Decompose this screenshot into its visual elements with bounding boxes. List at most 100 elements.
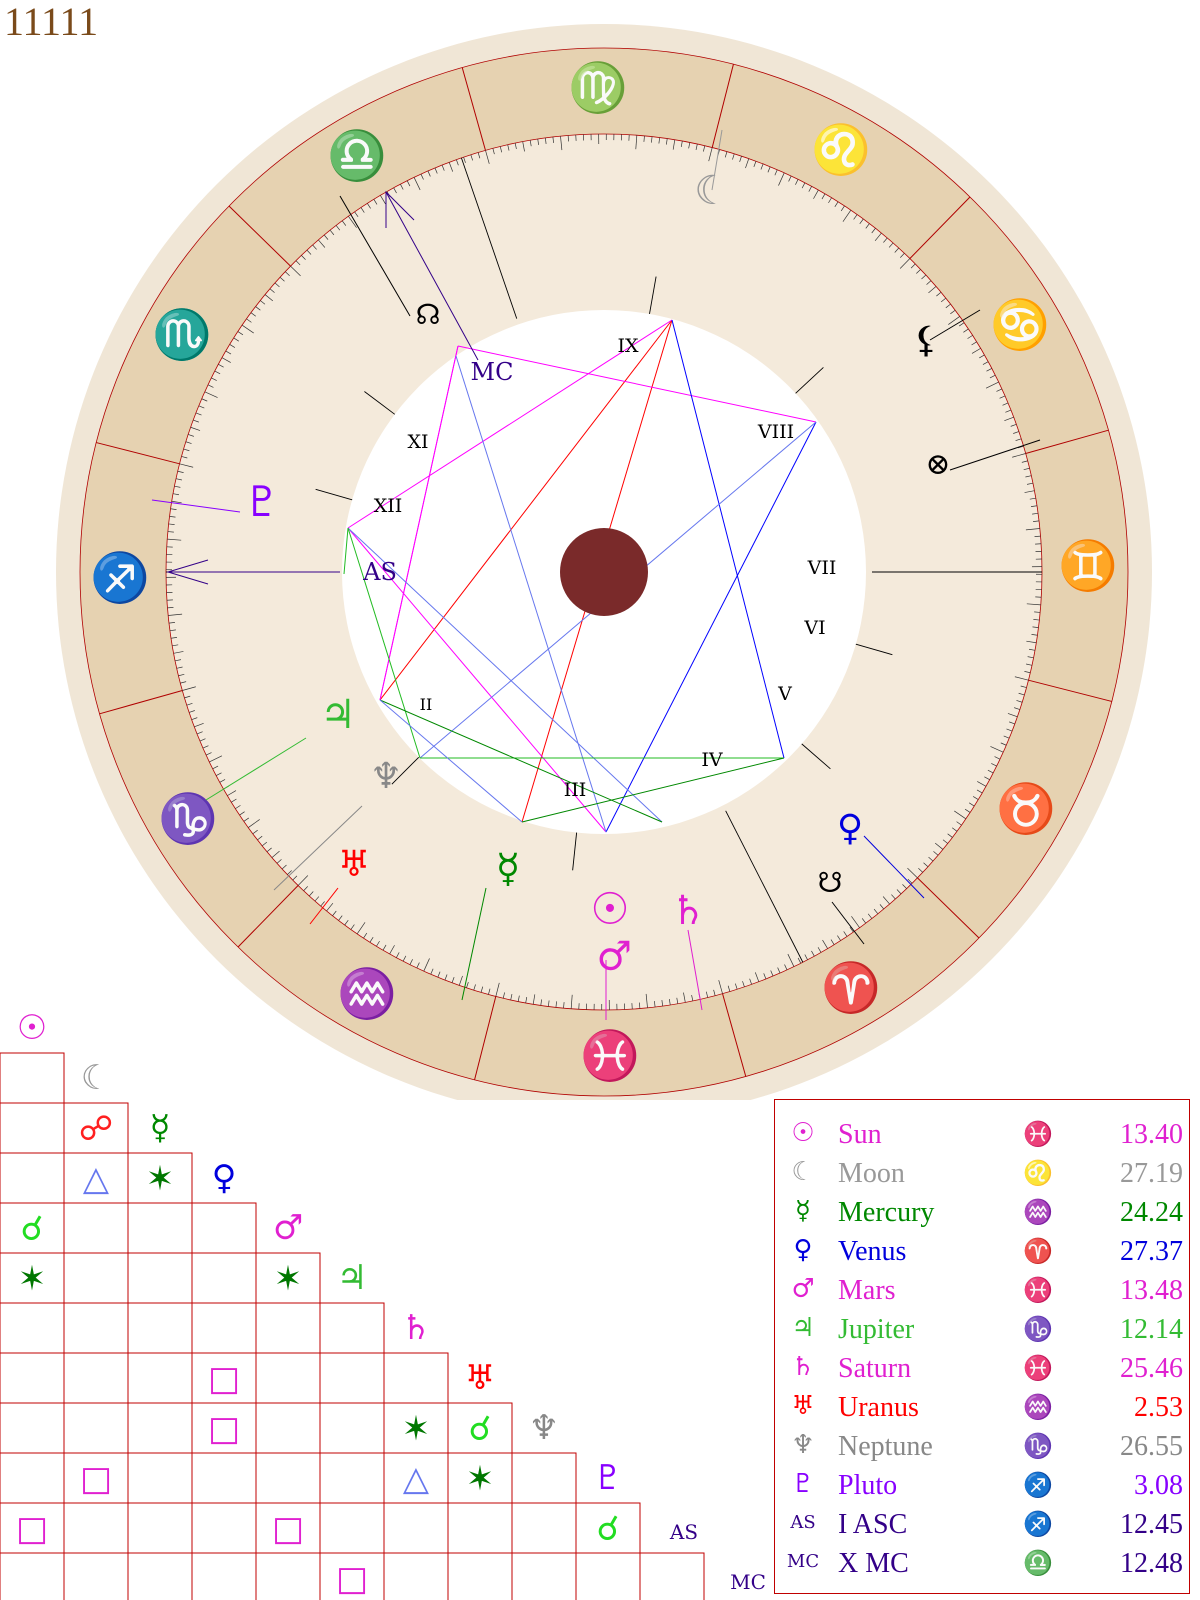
aspect-grid-cell [191, 1552, 257, 1600]
aspect-grid-label: ♃ [337, 1258, 367, 1298]
aspect-grid-cell [255, 1302, 321, 1354]
planet-degree: 13.40 [1120, 1119, 1183, 1150]
aspect-grid-label: ♅ [465, 1358, 495, 1398]
planet-degree: 24.24 [1120, 1197, 1183, 1228]
aspect-symbol: ☌ [21, 1209, 44, 1249]
planet-degree: 27.37 [1120, 1236, 1183, 1267]
aspect-grid-cell [255, 1352, 321, 1404]
planet-row: MC X MC ♎ 12.48 [775, 1545, 1191, 1581]
south-node-glyph: ☋ [818, 866, 843, 899]
aspect-grid-label: ☉ [17, 1008, 47, 1048]
aspect-symbol: □ [336, 1559, 368, 1599]
house-label: VII [807, 557, 837, 579]
planet-degree: 25.46 [1120, 1353, 1183, 1384]
planet-symbol: ☉ [791, 1118, 815, 1148]
aspect-symbol: ✶ [146, 1159, 175, 1199]
venus-glyph: ♀ [837, 808, 863, 849]
aspect-symbol: □ [272, 1509, 304, 1549]
aspect-symbol: △ [403, 1459, 430, 1499]
aspect-grid-cell [511, 1452, 577, 1504]
planet-name: Pluto [838, 1470, 898, 1501]
planet-degree: 3.08 [1134, 1470, 1183, 1501]
planet-name: Jupiter [838, 1314, 915, 1345]
planet-row: ♆ Neptune ♑ 26.55 [775, 1428, 1191, 1464]
aspect-grid-cell [127, 1202, 193, 1254]
planet-sign: ♒ [1023, 1393, 1053, 1421]
planet-degree: 2.53 [1134, 1392, 1183, 1423]
planet-row: ♄ Saturn ♓ 25.46 [775, 1350, 1191, 1386]
aspect-grid-cell [447, 1552, 513, 1600]
aspect-symbol: ✶ [274, 1259, 303, 1299]
planet-row: ♃ Jupiter ♑ 12.14 [775, 1311, 1191, 1347]
aspect-grid-cell [127, 1502, 193, 1554]
aspect-grid-label: ♄ [401, 1308, 431, 1348]
planet-sign: ♑ [1023, 1432, 1053, 1460]
planet-degree: 12.14 [1120, 1314, 1183, 1345]
planet-sign: ♐ [1023, 1471, 1053, 1499]
aspect-grid-cell [0, 1352, 65, 1404]
planet-row: ☿ Mercury ♒ 24.24 [775, 1194, 1191, 1230]
aspect-grid-cell [191, 1502, 257, 1554]
planet-symbol: MC [786, 1551, 820, 1572]
aspect-symbol: ☍ [79, 1109, 113, 1149]
planet-name: Mars [838, 1275, 896, 1306]
aspect-grid-label: ☿ [150, 1108, 171, 1148]
aspect-grid-label: ♆ [529, 1408, 559, 1448]
planet-sign: ♓ [1023, 1354, 1053, 1382]
planet-name: Venus [838, 1236, 907, 1267]
planet-name: Sun [838, 1119, 882, 1150]
aspect-grid-cell [383, 1352, 449, 1404]
planet-name: Uranus [838, 1392, 919, 1423]
planet-symbol: ☾ [791, 1157, 815, 1187]
aspect-grid-cell [191, 1202, 257, 1254]
aspect-grid-cell [63, 1402, 129, 1454]
house-label: V [777, 683, 792, 705]
planet-symbol: ♇ [791, 1469, 815, 1499]
aspect-grid-cell [0, 1402, 65, 1454]
aspect-grid-label: ♇ [593, 1458, 623, 1498]
planet-symbol: ♅ [791, 1391, 815, 1421]
planet-sign: ♈ [1023, 1237, 1053, 1265]
aspect-grid-cell [639, 1552, 705, 1600]
aspect-grid-cell [63, 1252, 129, 1304]
lilith-glyph: ⚸ [913, 320, 939, 361]
planet-row: ♇ Pluto ♐ 3.08 [775, 1467, 1191, 1503]
planet-degree: 27.19 [1120, 1158, 1183, 1189]
aspect-grid-cell [127, 1302, 193, 1354]
planet-sign: ♐ [1023, 1510, 1053, 1538]
planet-row: ♂ Mars ♓ 13.48 [775, 1272, 1191, 1308]
aspect-grid-cell [191, 1302, 257, 1354]
aspect-grid-label: ☾ [81, 1058, 111, 1098]
planet-degree: 13.48 [1120, 1275, 1183, 1306]
planet-sign: ♑ [1023, 1315, 1053, 1343]
aspect-grid-cell [255, 1402, 321, 1454]
aspect-grid-cell [319, 1352, 385, 1404]
planet-degree: 12.48 [1120, 1548, 1183, 1579]
aspect-grid-cell [63, 1352, 129, 1404]
planet-symbol: ♀ [793, 1235, 813, 1265]
aspect-grid-cell [255, 1552, 321, 1600]
aspect-symbol: ✶ [466, 1459, 495, 1499]
aspect-grid-cell [0, 1152, 65, 1204]
aspect-grid-cell [575, 1552, 641, 1600]
aspect-symbol: ✶ [402, 1409, 431, 1449]
aspect-grid-cell [127, 1452, 193, 1504]
planet-sign: ♎ [1023, 1549, 1053, 1577]
aspect-grid-cell [127, 1252, 193, 1304]
aspect-grid-cell [0, 1052, 65, 1104]
aspect-grid-cell [191, 1452, 257, 1504]
aspect-grid-label: ♂ [273, 1208, 303, 1248]
planet-sign: ♌ [1023, 1159, 1053, 1187]
aspect-grid-cell [511, 1502, 577, 1554]
aspect-symbol: ✶ [18, 1259, 47, 1299]
planet-symbol: ♆ [791, 1430, 815, 1460]
cancer-icon: ♋ [990, 297, 1050, 353]
aspect-grid-cell [0, 1452, 65, 1504]
aspect-symbol: △ [83, 1159, 110, 1199]
aspect-grid: ☉ ☾ ☿ ♀ ♂ ♃ ♄ ♅ ♆ ♇ AS MC ☍ △ ✶ ☌ ✶ ✶ □ □ ✶ ☌ □ △ ✶ □ □ ☌ □ [0, 1008, 766, 1600]
aspect-grid-cell [319, 1502, 385, 1554]
aspect-grid-cell [63, 1302, 129, 1354]
planet-row: ♀ Venus ♈ 27.37 [775, 1233, 1191, 1269]
planet-name: Neptune [838, 1431, 933, 1462]
planet-symbol: ♂ [791, 1274, 815, 1304]
